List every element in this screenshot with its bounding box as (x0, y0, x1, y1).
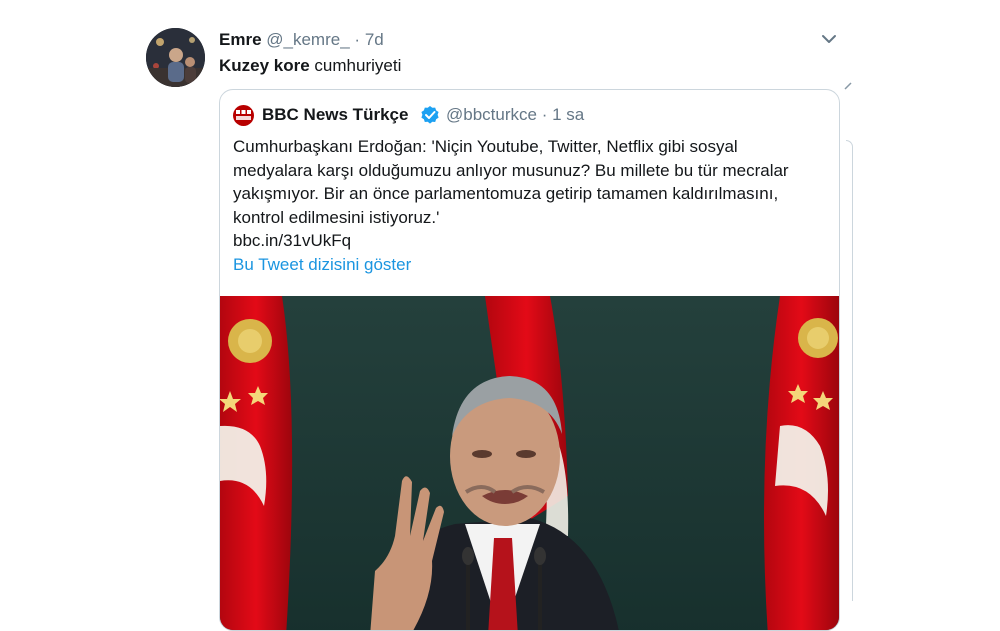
chevron-down-icon[interactable] (820, 32, 838, 46)
quoted-text-line: Cumhurbaşkanı Erdoğan: 'Niçin Youtube, T… (233, 137, 738, 156)
quoted-handle[interactable]: @bbcturkce (446, 105, 537, 124)
tweet-media-image[interactable] (220, 296, 839, 630)
quoted-author-name[interactable]: BBC News Türkçe (262, 105, 408, 125)
separator-dot: · (541, 105, 548, 124)
author-name[interactable]: Emre (219, 30, 262, 49)
tweet-header: Emre @_kemre_ · 7d (219, 30, 384, 50)
quoted-tweet-text: Cumhurbaşkanı Erdoğan: 'Niçin Youtube, T… (233, 135, 833, 253)
scroll-edge-mark (844, 82, 852, 90)
quoted-handle-line: @bbcturkce · 1 sa (446, 105, 584, 125)
quoted-link[interactable]: bbc.in/31vUkFq (233, 229, 833, 253)
photo-speaker-with-flags (220, 296, 839, 630)
separator-dot: · (354, 30, 361, 49)
adjacent-card-edge (846, 140, 853, 601)
quoted-timestamp[interactable]: 1 sa (552, 105, 584, 124)
tweet-text: Kuzey kore cumhuriyeti (219, 56, 401, 76)
tweet-text-bold: Kuzey kore (219, 56, 310, 75)
quoted-text-line: yakışmıyor. Bir an önce parlamentomuza g… (233, 184, 779, 203)
author-handle[interactable]: @_kemre_ (266, 30, 349, 49)
show-thread-link[interactable]: Bu Tweet dizisini göster (233, 255, 411, 275)
quoted-tweet-card[interactable]: BBC News Türkçe @bbcturkce · 1 sa Cumhur… (219, 89, 840, 631)
bbc-news-logo (233, 105, 254, 126)
tweet-timestamp[interactable]: 7d (365, 30, 384, 49)
verified-badge-icon (421, 106, 439, 124)
avatar-photo (146, 28, 205, 87)
avatar[interactable] (146, 28, 205, 87)
tweet-text-rest: cumhuriyeti (309, 56, 402, 75)
tweet[interactable]: Emre @_kemre_ · 7d Kuzey kore cumhuriyet… (0, 0, 1000, 631)
quoted-text-line: medyalara karşı olduğumuzu anlıyor musun… (233, 160, 789, 180)
quoted-text-line: kontrol edilmesini istiyoruz.' (233, 207, 440, 227)
